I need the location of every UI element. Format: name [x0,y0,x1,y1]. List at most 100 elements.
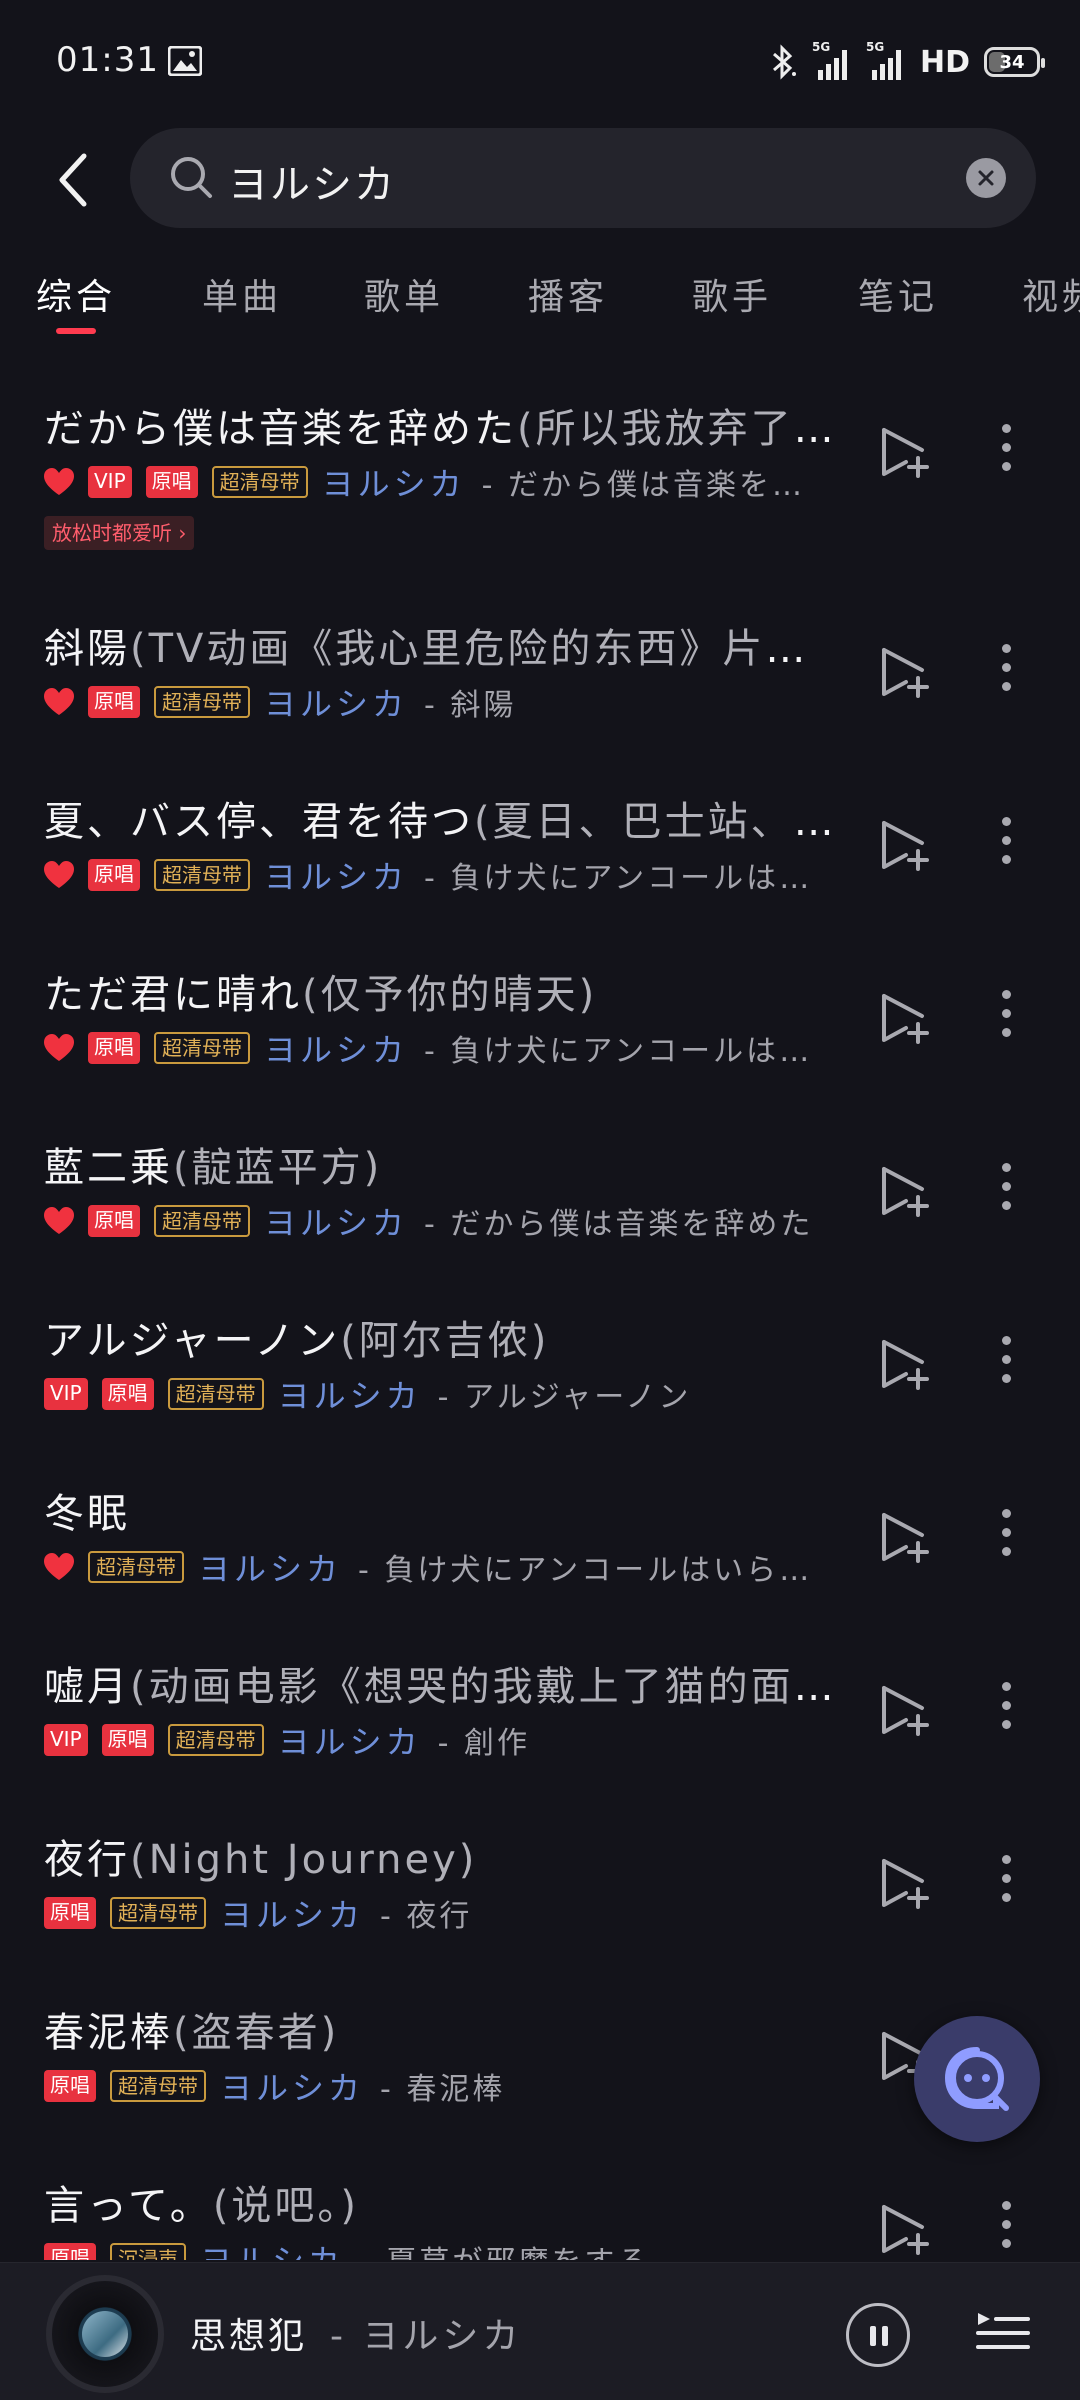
song-album: - だから僕は音楽を辞めた [481,468,834,502]
back-button[interactable] [44,140,104,220]
song-artist[interactable]: ヨルシカ [220,2066,364,2106]
song-row[interactable]: 斜陽(TV动画《我心里危险的东西》片尾曲) 原唱 超清母带 ヨルシカ - 斜陽 [0,580,1080,753]
vip-badge: VIP [88,466,132,498]
quality-badge: 超清母带 [110,1897,206,1929]
song-row[interactable]: 藍二乗(靛蓝平方) 原唱 超清母带 ヨルシカ - だから僕は音楽を辞めた [0,1099,1080,1272]
song-meta: 原唱 超清母带 ヨルシカ - 斜陽 [44,682,834,722]
quality-badge: 超清母带 [154,1205,250,1237]
add-to-playlist-icon[interactable] [876,817,932,873]
song-artist[interactable]: ヨルシカ [220,1893,364,1933]
playlist-icon[interactable] [976,2307,1030,2357]
liked-heart-icon[interactable] [44,1207,74,1235]
now-playing-artist: - ヨルシカ [330,2316,523,2357]
add-to-playlist-icon[interactable] [876,1163,932,1219]
tab-3[interactable]: 播客 [528,268,608,320]
add-to-playlist-icon[interactable] [876,990,932,1046]
song-title: 斜陽(TV动画《我心里危险的东西》片尾曲) [44,616,834,674]
quality-badge: 超清母带 [154,686,250,718]
mini-player[interactable]: 思想犯 - ヨルシカ [0,2262,1080,2400]
add-to-playlist-icon[interactable] [876,644,932,700]
quality-badge: 沉浸声 [110,2243,186,2260]
song-row[interactable]: 夜行(Night Journey) 原唱 超清母带 ヨルシカ - 夜行 [0,1791,1080,1964]
song-artist[interactable]: ヨルシカ [278,1374,422,1414]
add-to-playlist-icon[interactable] [876,1509,932,1565]
battery-level: 34 [999,51,1025,73]
song-row[interactable]: 春泥棒(盗春者) 原唱 超清母带 ヨルシカ - 春泥棒 [0,1964,1080,2137]
song-row[interactable]: 夏、バス停、君を待つ(夏日、巴士站、等你) 原唱超清母带ヨルシカ - 負け犬にアンコ… [0,753,1080,926]
song-artist[interactable]: ヨルシカ [198,1547,342,1587]
ai-search-assistant-button[interactable] [914,2016,1040,2142]
song-row[interactable]: 言って。(说吧。) 原唱沉浸声ヨルシカ - 夏草が邪魔をする [0,2137,1080,2260]
liked-heart-icon[interactable] [44,1034,74,1062]
liked-heart-icon[interactable] [44,468,74,496]
liked-heart-icon[interactable] [44,1553,74,1581]
song-artist[interactable]: ヨルシカ [264,682,408,722]
song-title-sub: (TV动画《我心里危险的东西》片尾曲) [130,626,834,672]
signal-5g-icon: 5G [866,40,906,80]
add-to-playlist-icon[interactable] [876,424,932,480]
original-badge: 原唱 [101,1724,154,1756]
tab-4[interactable]: 歌手 [692,268,772,320]
album-cover[interactable] [46,2275,164,2393]
song-artist[interactable]: ヨルシカ [264,1028,408,1068]
song-title-sub: (阿尔吉侬) [340,1318,550,1364]
tab-0[interactable]: 综合 [36,268,116,320]
more-options-icon[interactable] [996,2201,1016,2257]
tab-1[interactable]: 单曲 [202,268,282,320]
song-meta: 原唱超清母带ヨルシカ - 負け犬にアンコールはいらない [44,1028,834,1068]
more-options-icon[interactable] [996,817,1016,873]
original-badge: 原唱 [44,2070,96,2102]
gallery-notification-icon [168,46,202,76]
song-title: 嘘月(动画电影《想哭的我戴上了猫的面具》插曲) [44,1654,834,1712]
more-options-icon[interactable] [996,990,1016,1046]
listening-hint-tag[interactable]: 放松时都爱听 › [44,516,195,550]
tab-6[interactable]: 视频 [1022,268,1080,320]
more-options-icon[interactable] [996,424,1016,480]
song-title-sub: (仅予你的晴天) [302,972,598,1018]
song-meta: VIP 原唱 超清母带 ヨルシカ - 創作 [44,1720,834,1760]
more-options-icon[interactable] [996,1855,1016,1911]
more-options-icon[interactable] [996,1682,1016,1738]
song-meta: 原唱 超清母带 ヨルシカ - だから僕は音楽を辞めた [44,1201,834,1241]
vip-badge: VIP [44,1724,88,1756]
song-album: - アルジャーノン [437,1380,692,1414]
song-row[interactable]: アルジャーノン(阿尔吉侬) VIP 原唱 超清母带 ヨルシカ - アルジャーノン [0,1272,1080,1445]
tab-5[interactable]: 笔记 [858,268,938,320]
song-album: - 負け犬にアンコールはいらない [424,861,834,895]
tab-2[interactable]: 歌单 [364,268,444,320]
song-artist[interactable]: ヨルシカ [264,855,408,895]
song-row[interactable]: 嘘月(动画电影《想哭的我戴上了猫的面具》插曲) VIP 原唱超清母带ヨルシカ - 創作 [0,1618,1080,1791]
more-options-icon[interactable] [996,1509,1016,1565]
song-meta: 原唱 超清母带 ヨルシカ - 春泥棒 [44,2066,834,2106]
song-album: - 負け犬にアンコールはいらない [358,1553,834,1587]
assistant-icon [944,2047,1009,2111]
song-title-sub: (夏日、巴士站、等你) [474,799,834,845]
song-row[interactable]: だから僕は音楽を辞めた(所以我放弃了音乐) VIP 原唱超清母带ヨルシカ - だから僕… [0,360,1080,580]
more-options-icon[interactable] [996,1163,1016,1219]
song-row[interactable]: ただ君に晴れ(仅予你的晴天) 原唱超清母带ヨルシカ - 負け犬にアンコールはいらない [0,926,1080,1099]
song-row[interactable]: 冬眠 超清母带 ヨルシカ - 負け犬にアンコールはいらない [0,1445,1080,1618]
song-meta: 原唱 超清母带 ヨルシカ - 夜行 [44,1893,834,1933]
add-to-playlist-icon[interactable] [876,1855,932,1911]
song-artist[interactable]: ヨルシカ [322,462,466,502]
more-options-icon[interactable] [996,644,1016,700]
song-title-main: 藍二乗 [44,1145,173,1191]
song-album: - 夏草が邪魔をする [360,2239,650,2260]
search-input[interactable]: ヨルシカ [130,128,1036,228]
song-title-sub: (所以我放弃了音乐) [517,406,834,452]
hd-indicator: HD [919,44,970,80]
pause-button[interactable] [846,2303,910,2367]
liked-heart-icon[interactable] [44,688,74,716]
add-to-playlist-icon[interactable] [876,1336,932,1392]
more-options-icon[interactable] [996,1336,1016,1392]
song-artist[interactable]: ヨルシカ [278,1720,422,1760]
add-to-playlist-icon[interactable] [876,2201,932,2257]
quality-badge: 超清母带 [154,859,250,891]
song-meta: VIP 原唱 超清母带 ヨルシカ - だから僕は音楽を辞めた [44,462,834,502]
song-artist[interactable]: ヨルシカ [264,1201,408,1241]
add-to-playlist-icon[interactable] [876,1682,932,1738]
clear-search-button[interactable] [966,158,1006,198]
liked-heart-icon[interactable] [44,861,74,889]
status-bar: 01:31 5G 5G HD 34 [0,0,1080,120]
song-artist[interactable]: ヨルシカ [200,2239,344,2260]
